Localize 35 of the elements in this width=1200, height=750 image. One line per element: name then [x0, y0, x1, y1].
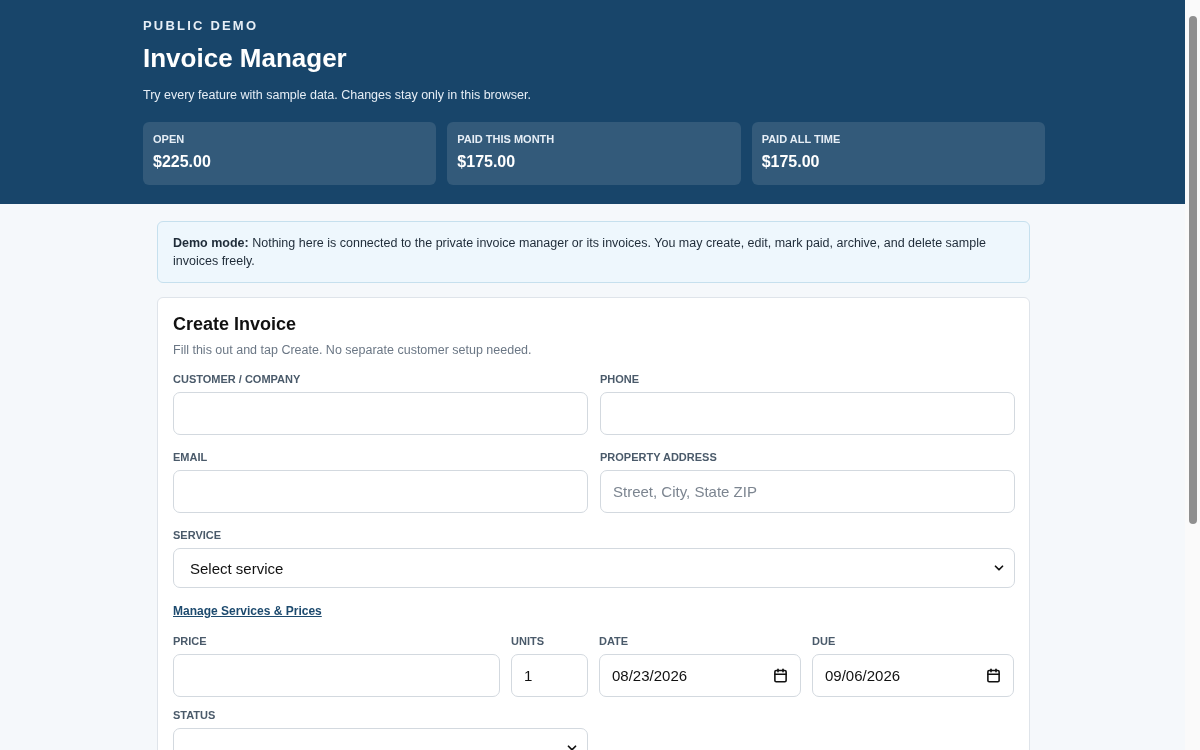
card-subtitle: Fill this out and tap Create. No separate customer setup needed. — [173, 343, 533, 357]
stat-value: $175.00 — [761, 153, 821, 171]
field-label: PHONE — [600, 373, 641, 385]
field-label: DATE — [599, 635, 630, 647]
stat-value: $225.00 — [153, 153, 212, 171]
page-subtitle: Try every feature with sample data. Changes stay only in this browser. — [143, 88, 532, 102]
field-label: DUE — [812, 635, 837, 647]
text-field[interactable]: Street, City, State ZIP — [600, 470, 1015, 513]
text-field[interactable]: 1 — [511, 654, 588, 697]
field-label: UNITS — [511, 635, 545, 647]
text-field[interactable] — [173, 470, 588, 513]
field-label: PROPERTY ADDRESS — [600, 451, 718, 463]
field-label: SERVICE — [173, 529, 223, 541]
stat-label: PAID ALL TIME — [761, 133, 842, 145]
field-label: EMAIL — [173, 451, 209, 463]
card-title: Create Invoice — [173, 314, 298, 335]
text-field[interactable] — [173, 654, 500, 697]
date-field[interactable]: 08/23/2026 — [599, 654, 801, 697]
select-field[interactable]: Select service — [173, 548, 1015, 588]
stat-label: PAID THIS MONTH — [457, 133, 556, 145]
page-title: Invoice Manager — [143, 43, 348, 74]
text-field[interactable] — [173, 392, 588, 435]
calendar-icon — [986, 668, 1001, 683]
date-field[interactable]: 09/06/2026 — [812, 654, 1014, 697]
field-label: PRICE — [173, 635, 208, 647]
stat-value: $175.00 — [457, 153, 517, 171]
text-field[interactable] — [600, 392, 1015, 435]
field-label: CUSTOMER / COMPANY — [173, 373, 302, 385]
calendar-icon — [773, 668, 788, 683]
scrollbar[interactable] — [1185, 0, 1200, 750]
stat-label: OPEN — [153, 133, 186, 145]
field-label: STATUS — [173, 709, 217, 721]
eyebrow-text: PUBLIC DEMO — [143, 18, 260, 33]
demo-notice: Demo mode: Nothing here is connected to the private invoice manager or its invoices. You may create, edit, mark paid, archive, and delete sample invoices freely. — [157, 221, 1030, 283]
manage-services-link[interactable]: Manage Services & Prices — [173, 604, 322, 618]
